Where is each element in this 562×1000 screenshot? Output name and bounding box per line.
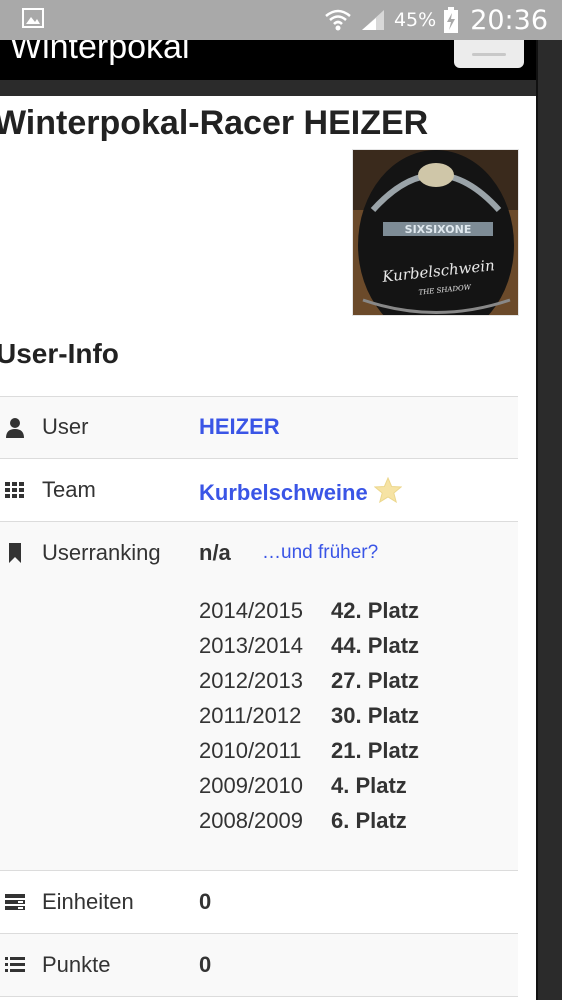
- history-place: 27. Platz: [331, 668, 420, 693]
- page-title: Winterpokal-Racer HEIZER: [0, 104, 429, 142]
- row-team: Team Kurbelschweine: [0, 458, 518, 521]
- row-punkte: Punkte 0: [0, 933, 518, 996]
- user-icon: [6, 418, 24, 438]
- clock: 20:36: [470, 4, 548, 36]
- user-avatar: SIXSIXONE Kurbelschwein THE SHADOW: [352, 149, 519, 316]
- user-name-link[interactable]: HEIZER: [199, 414, 280, 440]
- userranking-value: n/a: [199, 540, 231, 565]
- history-place: 30. Platz: [331, 703, 420, 728]
- history-place: 44. Platz: [331, 633, 420, 658]
- row-einheiten-label: Einheiten: [42, 889, 134, 914]
- history-item: 2008/2009 6. Platz: [199, 808, 419, 843]
- row-user-label: User: [42, 414, 89, 439]
- units-icon: [5, 894, 25, 910]
- avatar-text-brand: SIXSIXONE: [405, 223, 472, 236]
- user-info-table: User HEIZER Team Kurbelschweine Userrank…: [0, 396, 518, 1000]
- punkte-value: 0: [199, 952, 212, 977]
- battery-charging-icon: [444, 7, 459, 33]
- row-einheiten: Einheiten 0: [0, 870, 518, 933]
- einheiten-value: 0: [199, 889, 212, 914]
- scroll-edge: [536, 40, 562, 1000]
- history-item: 2011/2012 30. Platz: [199, 703, 419, 738]
- history-season: 2011/2012: [199, 703, 302, 728]
- ranking-history-list: 2014/2015 42. Platz 2013/2014 44. Platz 20…: [199, 598, 419, 843]
- status-bar: 45% 20:36: [0, 0, 562, 40]
- history-item: 2012/2013 27. Platz: [199, 668, 419, 703]
- section-title: User-Info: [0, 338, 119, 369]
- row-userranking: Userranking n/a …und früher? 2014/2015 42…: [0, 521, 518, 870]
- team-name[interactable]: Kurbelschweine: [199, 480, 368, 505]
- team-grid-icon: [5, 482, 24, 498]
- hamburger-bar: [472, 53, 506, 56]
- bookmark-icon: [9, 543, 21, 563]
- gallery-notification-icon: [22, 8, 44, 28]
- history-season: 2013/2014: [199, 633, 303, 658]
- page-content: Winterpokal-Racer HEIZER SIXSIXONE Kurbe…: [0, 96, 536, 1000]
- history-season: 2012/2013: [199, 668, 303, 693]
- history-place: 42. Platz: [331, 598, 420, 623]
- history-item: 2014/2015 42. Platz: [199, 598, 419, 633]
- history-item: 2013/2014 44. Platz: [199, 633, 419, 668]
- signal-icon: [361, 10, 384, 30]
- row-punkte-label: Punkte: [42, 952, 111, 977]
- ranking-history-link[interactable]: …und früher?: [262, 542, 378, 564]
- row-userranking-label: Userranking: [42, 540, 161, 565]
- history-item: 2009/2010 4. Platz: [199, 773, 419, 808]
- brand-link[interactable]: Winterpokal: [10, 40, 190, 67]
- helmet-image: SIXSIXONE Kurbelschwein THE SHADOW: [353, 150, 518, 315]
- row-next: [0, 996, 518, 1000]
- history-season: 2014/2015: [199, 598, 303, 623]
- history-place: 6. Platz: [331, 808, 407, 833]
- history-place: 4. Platz: [331, 773, 407, 798]
- team-name-link[interactable]: Kurbelschweine: [199, 477, 402, 506]
- row-user: User HEIZER: [0, 396, 518, 458]
- history-season: 2009/2010: [199, 773, 303, 798]
- wifi-icon: [325, 9, 351, 31]
- history-season: 2010/2011: [199, 738, 302, 763]
- history-item: 2010/2011 21. Platz: [199, 738, 419, 773]
- battery-percent: 45%: [393, 9, 437, 31]
- navbar: Winterpokal: [0, 40, 536, 80]
- list-icon: [5, 957, 25, 972]
- history-place: 21. Platz: [331, 738, 420, 763]
- star-icon: [373, 477, 402, 503]
- row-team-label: Team: [42, 477, 96, 502]
- history-season: 2008/2009: [199, 808, 303, 833]
- menu-toggle-button[interactable]: [454, 40, 524, 68]
